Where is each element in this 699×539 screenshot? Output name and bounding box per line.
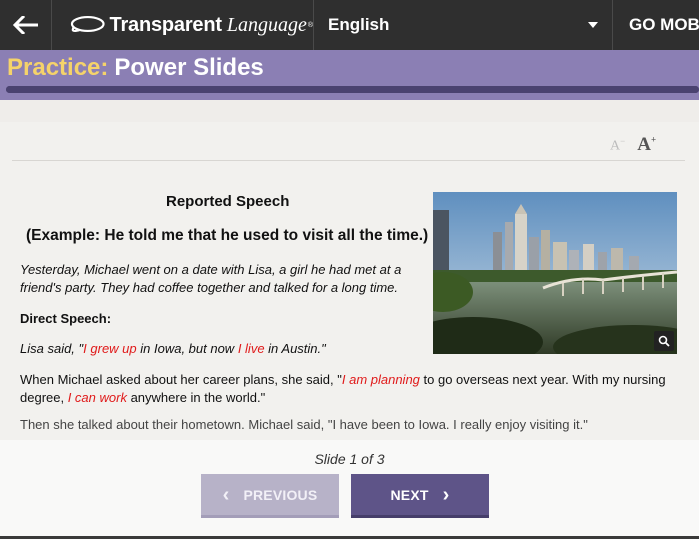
decrease-font-button[interactable]: A− [610,136,625,155]
title-name: Power Slides [114,54,264,81]
progress-bar [6,86,699,93]
next-button[interactable]: NEXT › [351,474,489,518]
magnifier-icon [658,335,670,347]
next-label: NEXT [390,486,429,503]
progress-fill [6,86,699,93]
previous-label: PREVIOUS [243,486,318,503]
city-skyline-photo [433,192,677,354]
slide-counter: Slide 1 of 3 [314,451,385,467]
language-dropdown[interactable]: English [314,0,613,50]
divider [12,160,685,161]
arrow-left-icon [12,16,38,34]
previous-button[interactable]: ‹ PREVIOUS [201,474,339,518]
page-title: Practice: Power Slides [7,54,264,82]
photo-illustration [433,192,677,354]
brand-registered-mark: ® [307,21,313,29]
zoom-image-button[interactable] [654,331,674,351]
paragraph-lisa-quote: Lisa said, "I grew up in Iowa, but now I… [20,341,326,356]
brand-logo[interactable]: Transparent Language ® [52,0,314,50]
go-mobile-link[interactable]: GO MOBILE [613,0,699,50]
brand-language: Language [226,13,307,36]
language-label: English [328,15,390,34]
back-button[interactable] [0,0,52,50]
title-prefix: Practice: [7,54,109,81]
paragraph-intro: Yesterday, Michael went on a date with L… [20,262,402,295]
caret-down-icon [588,22,598,28]
increase-font-button[interactable]: A+ [637,134,656,156]
chevron-right-icon: › [442,483,450,506]
paragraph-hometown-partial: Then she talked about their hometown. Mi… [20,417,588,432]
speech-bubble-logo-icon [70,16,105,33]
font-size-controls: A− A+ [610,134,656,156]
slide-heading: Reported Speech [166,193,290,210]
slide-subheading: (Example: He told me that he used to vis… [26,227,429,244]
brand-name: Transparent [109,13,222,36]
chevron-left-icon: ‹ [222,483,230,506]
paragraph-career-quote: When Michael asked about her career plan… [20,372,666,405]
top-navigation-bar: Transparent Language ® English GO MOBILE [0,0,699,50]
paragraph-direct-speech-label: Direct Speech: [20,311,112,326]
